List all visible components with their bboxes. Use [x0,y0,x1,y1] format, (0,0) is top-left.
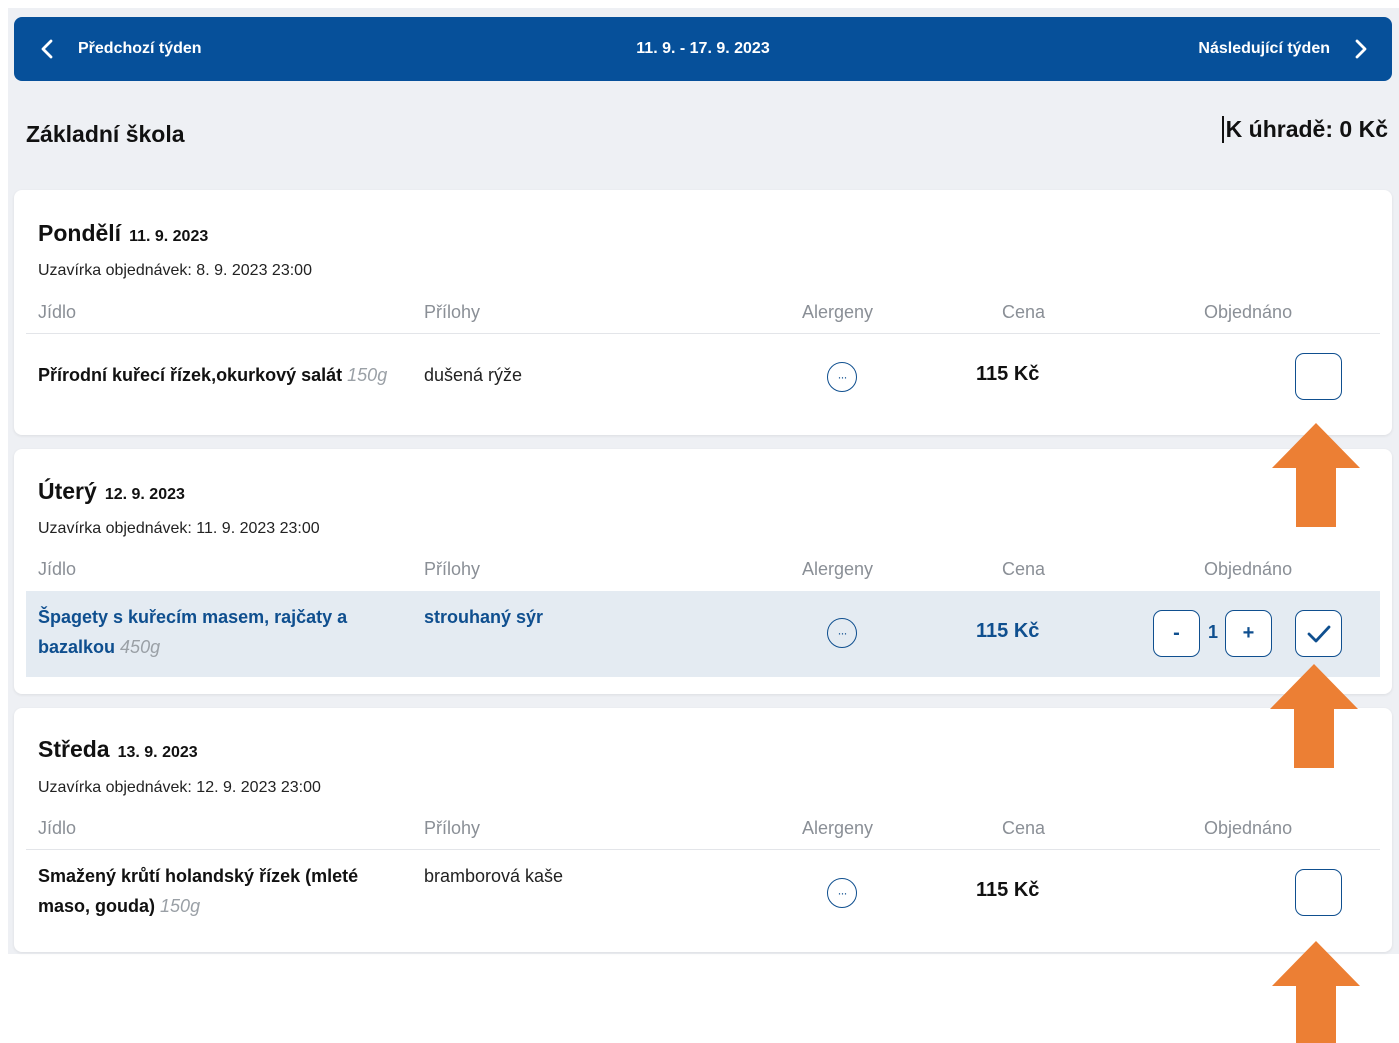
order-checkbox[interactable] [1295,353,1342,400]
meal-name-text: maso, gouda) [38,896,156,916]
day-title: Pondělí 11. 9. 2023 [38,220,208,247]
meal-name: Smažený krůtí holandský řízek (mleté mas… [38,861,358,921]
text-caret [1221,116,1224,143]
up-arrow-icon [1272,941,1360,1043]
meal-name-text: bazalkou [38,637,116,657]
week-range: 11. 9. - 17. 9. 2023 [636,40,770,57]
column-header-price: Cena [1002,818,1046,838]
allergen-info-icon[interactable]: ··· [827,618,857,648]
order-checkbox[interactable] [1295,869,1342,916]
meal-name: Přírodní kuřecí řízek,okurkový salát 150… [38,360,387,390]
day-card-tuesday: Úterý 12. 9. 2023 Uzavírka objednávek: 1… [14,449,1392,694]
next-week-button[interactable]: Následující týden [1198,17,1370,81]
column-header-price: Cena [1002,302,1046,322]
meal-name-line: Smažený krůtí holandský řízek (mleté [38,866,359,886]
meal-side: dušená rýže [424,365,523,385]
chevron-left-icon [41,39,53,59]
day-date: 13. 9. 2023 [117,744,198,761]
next-week-label: Následující týden [1198,40,1330,57]
meal-side: bramborová kaše [424,866,564,886]
column-header-sides: Přílohy [424,818,481,838]
meal-weight: 150g [347,365,388,385]
day-name: Středa [38,736,110,762]
day-card-monday: Pondělí 11. 9. 2023 Uzavírka objednávek:… [14,190,1392,435]
column-header-meal: Jídlo [38,559,77,579]
chevron-right-icon [1355,39,1367,59]
meal-row-selected: Špagety s kuřecím masem, rajčaty a bazal… [26,591,1380,677]
decrease-quantity-button[interactable]: - [1153,610,1200,657]
column-header-meal: Jídlo [38,302,77,322]
quantity-value: 1 [1207,622,1218,642]
day-title: Středa 13. 9. 2023 [38,736,198,763]
meal-name-line: bazalkou 450g [38,632,347,662]
column-header-ordered: Objednáno [1204,302,1293,322]
day-name: Pondělí [38,220,122,246]
meal-weight: 150g [160,896,201,916]
previous-week-label: Předchozí týden [78,40,202,57]
day-date: 11. 9. 2023 [129,228,209,245]
order-deadline: Uzavírka objednávek: 8. 9. 2023 23:00 [38,262,312,279]
column-header-ordered: Objednáno [1204,818,1293,838]
meal-price: 115 Kč [976,620,1040,642]
school-name: Základní škola [26,121,185,147]
app-window: 11. 9. - 17. 9. 2023 Předchozí týden Nás… [8,8,1399,954]
order-deadline: Uzavírka objednávek: 11. 9. 2023 23:00 [38,520,320,537]
meal-name-line: Špagety s kuřecím masem, rajčaty a [38,607,348,627]
column-header-price: Cena [1002,559,1046,579]
day-date: 12. 9. 2023 [104,486,185,503]
column-header-allergens: Alergeny [802,302,874,322]
column-header-allergens: Alergeny [802,559,874,579]
meal-row: Smažený krůtí holandský řízek (mleté mas… [26,850,1380,946]
column-header-ordered: Objednáno [1204,559,1293,579]
amount-due: K úhradě: 0 Kč [1221,116,1388,143]
allergen-info-icon[interactable]: ··· [827,362,857,392]
checkmark-icon [1307,625,1330,642]
column-header-sides: Přílohy [424,559,481,579]
column-header-meal: Jídlo [38,818,77,838]
week-navigation-bar: 11. 9. - 17. 9. 2023 Předchozí týden Nás… [14,17,1392,81]
meal-name: Špagety s kuřecím masem, rajčaty a bazal… [38,602,347,662]
meal-name-line: maso, gouda) 150g [38,891,358,921]
meal-price: 115 Kč [976,363,1040,385]
day-name: Úterý [38,478,97,504]
order-deadline: Uzavírka objednávek: 12. 9. 2023 23:00 [38,779,321,796]
meal-side: strouhaný sýr [424,607,544,627]
meal-row: Přírodní kuřecí řízek,okurkový salát 150… [26,334,1380,430]
meal-name-text: Přírodní kuřecí řízek,okurkový salát [38,365,343,385]
meal-weight: 450g [120,637,161,657]
up-arrow-icon [1270,664,1358,768]
up-arrow-icon [1272,423,1360,527]
amount-due-text: K úhradě: 0 Kč [1225,116,1388,142]
meal-price: 115 Kč [976,879,1040,901]
order-checkbox-checked[interactable] [1295,610,1342,657]
day-title: Úterý 12. 9. 2023 [38,478,185,505]
increase-quantity-button[interactable]: + [1225,610,1272,657]
allergen-info-icon[interactable]: ··· [827,878,857,908]
day-card-wednesday: Středa 13. 9. 2023 Uzavírka objednávek: … [14,708,1392,952]
previous-week-button[interactable]: Předchozí týden [38,17,202,81]
column-header-sides: Přílohy [424,302,481,322]
column-header-allergens: Alergeny [802,818,874,838]
